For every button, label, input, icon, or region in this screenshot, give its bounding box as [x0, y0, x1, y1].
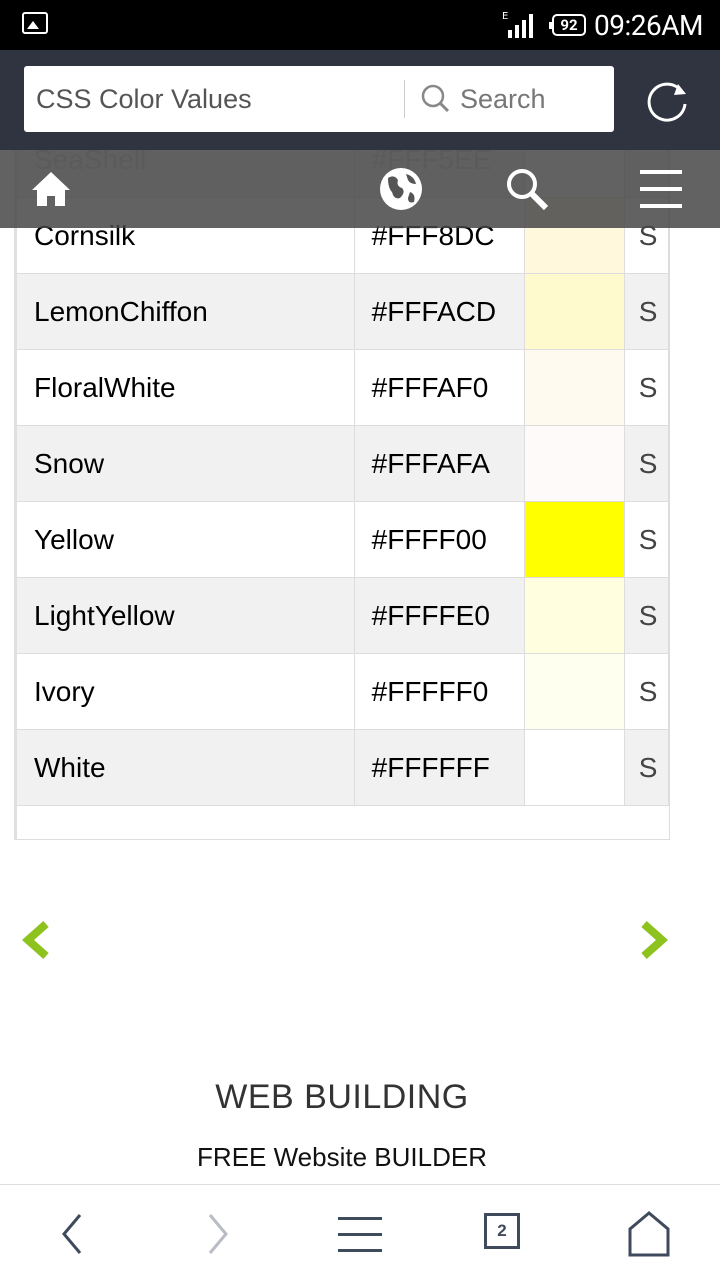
table-row: White #FFFFFF S	[17, 729, 669, 806]
color-name: Yellow	[17, 501, 355, 578]
color-extra: S	[624, 273, 669, 350]
tabs-button[interactable]: 2	[484, 1213, 520, 1249]
color-hex: #FFFAF0	[354, 349, 526, 426]
table-row: Yellow #FFFF00 S	[17, 501, 669, 578]
web-building-heading[interactable]: WEB BUILDING	[0, 1078, 684, 1117]
prev-page-arrow-icon[interactable]	[18, 920, 54, 960]
battery-icon: 92	[549, 14, 586, 36]
color-swatch	[524, 653, 625, 730]
svg-text:E: E	[502, 11, 508, 22]
divider	[404, 80, 405, 118]
color-table: SeaShell#FFF5EECornsilk#FFF8DCSLemonChif…	[14, 150, 670, 840]
page-content: SeaShell#FFF5EECornsilk#FFF8DCSLemonChif…	[0, 150, 720, 1184]
color-name: Ivory	[17, 653, 355, 730]
color-hex: #FFFACD	[354, 273, 526, 350]
color-extra: S	[624, 425, 669, 502]
color-swatch	[524, 729, 625, 806]
color-hex: #FFFFE0	[354, 577, 526, 654]
color-extra: S	[624, 729, 669, 806]
color-swatch	[524, 501, 625, 578]
image-notification-icon	[22, 12, 48, 34]
browser-url-bar: CSS Color Values Search	[0, 50, 720, 150]
menu-icon[interactable]	[636, 164, 686, 214]
table-row: Snow #FFFAFA S	[17, 425, 669, 502]
reload-icon[interactable]	[642, 76, 692, 126]
status-bar: E 92 09:26AM	[0, 0, 720, 50]
color-swatch	[524, 273, 625, 350]
browser-bottom-bar: 2	[0, 1184, 720, 1281]
signal-icon: E	[502, 11, 533, 38]
color-swatch	[524, 349, 625, 426]
back-icon[interactable]	[48, 1209, 98, 1259]
color-swatch	[524, 425, 625, 502]
forward-icon[interactable]	[192, 1209, 242, 1259]
website-builder-link[interactable]: FREE Website BUILDER	[0, 1142, 684, 1173]
color-hex: #FFFF00	[354, 501, 526, 578]
color-extra: S	[624, 501, 669, 578]
table-row: LightYellow #FFFFE0 S	[17, 577, 669, 654]
color-name: White	[17, 729, 355, 806]
address-field[interactable]: CSS Color Values Search	[24, 66, 614, 132]
globe-icon[interactable]	[376, 164, 426, 214]
color-name: Snow	[17, 425, 355, 502]
color-extra: S	[624, 653, 669, 730]
home-icon[interactable]	[26, 164, 76, 214]
status-time: 09:26AM	[594, 9, 703, 42]
search-icon[interactable]	[420, 83, 450, 113]
color-hex: #FFFAFA	[354, 425, 526, 502]
site-toolbar	[0, 150, 720, 228]
table-row: FloralWhite #FFFAF0 S	[17, 349, 669, 426]
menu-icon[interactable]	[336, 1209, 386, 1259]
next-page-arrow-icon[interactable]	[636, 920, 672, 960]
page-title: CSS Color Values	[36, 84, 252, 114]
table-row: Ivory #FFFFF0 S	[17, 653, 669, 730]
search-button[interactable]: Search	[460, 84, 546, 115]
home-icon[interactable]	[624, 1209, 674, 1259]
color-swatch	[524, 577, 625, 654]
color-hex: #FFFFFF	[354, 729, 526, 806]
color-hex: #FFFFF0	[354, 653, 526, 730]
color-name: LemonChiffon	[17, 273, 355, 350]
color-name: LightYellow	[17, 577, 355, 654]
color-extra: S	[624, 577, 669, 654]
color-name: FloralWhite	[17, 349, 355, 426]
table-row: LemonChiffon #FFFACD S	[17, 273, 669, 350]
search-icon[interactable]	[502, 164, 552, 214]
color-extra: S	[624, 349, 669, 426]
